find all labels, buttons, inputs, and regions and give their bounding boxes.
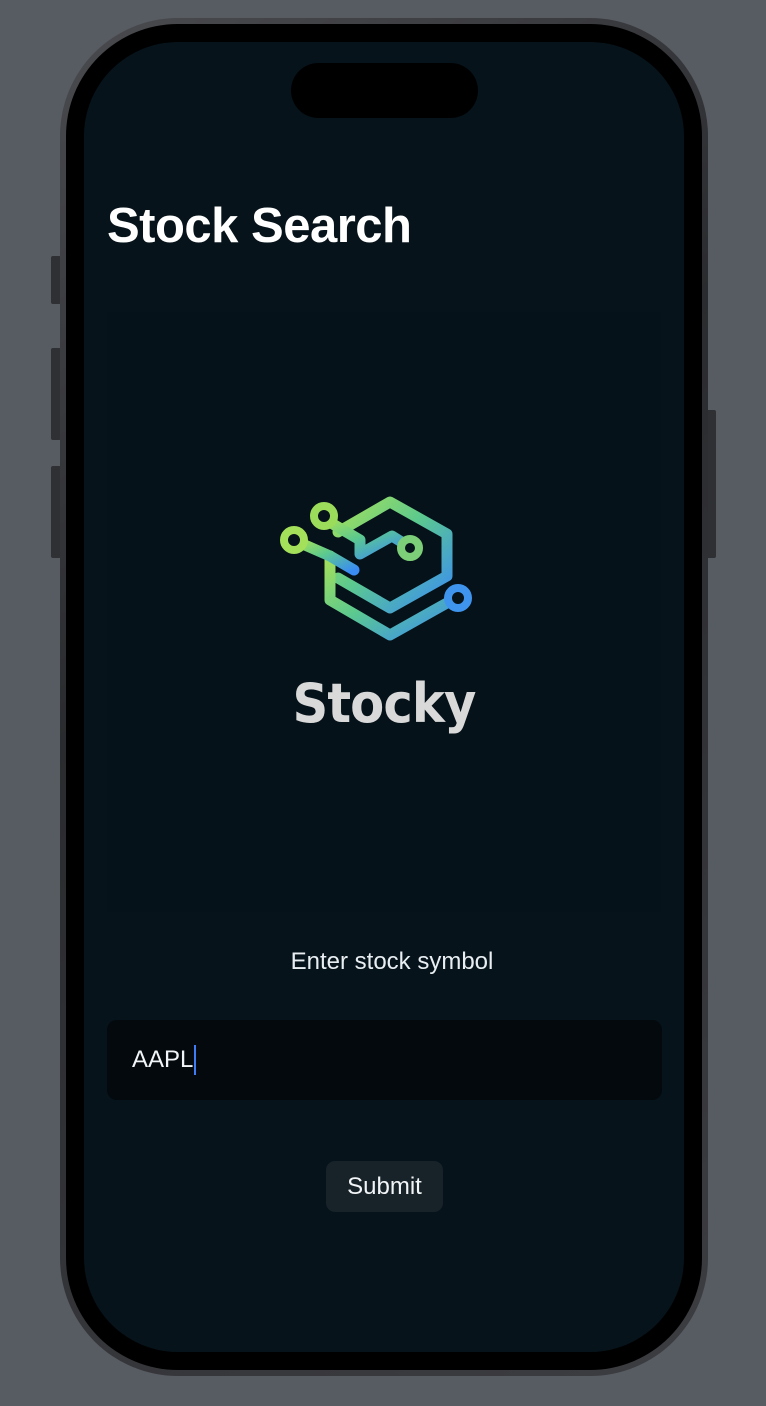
device-stage: Stock Search Stocky Enter stock symbol A… <box>0 0 766 1406</box>
logo-panel: Stocky <box>107 312 661 912</box>
stock-symbol-input[interactable]: AAPL <box>107 1020 662 1100</box>
symbol-prompt-label: Enter stock symbol <box>290 948 494 975</box>
page-title: Stock Search <box>107 199 412 253</box>
text-caret <box>194 1045 197 1075</box>
app-screen: Stock Search Stocky Enter stock symbol A… <box>84 42 684 1352</box>
dynamic-island <box>291 63 478 118</box>
submit-button[interactable]: Submit <box>326 1161 443 1212</box>
circuit-hexagon-logo-icon <box>280 496 472 641</box>
logo-wordmark: Stocky <box>292 672 476 735</box>
stock-symbol-value: AAPL <box>132 1046 194 1073</box>
